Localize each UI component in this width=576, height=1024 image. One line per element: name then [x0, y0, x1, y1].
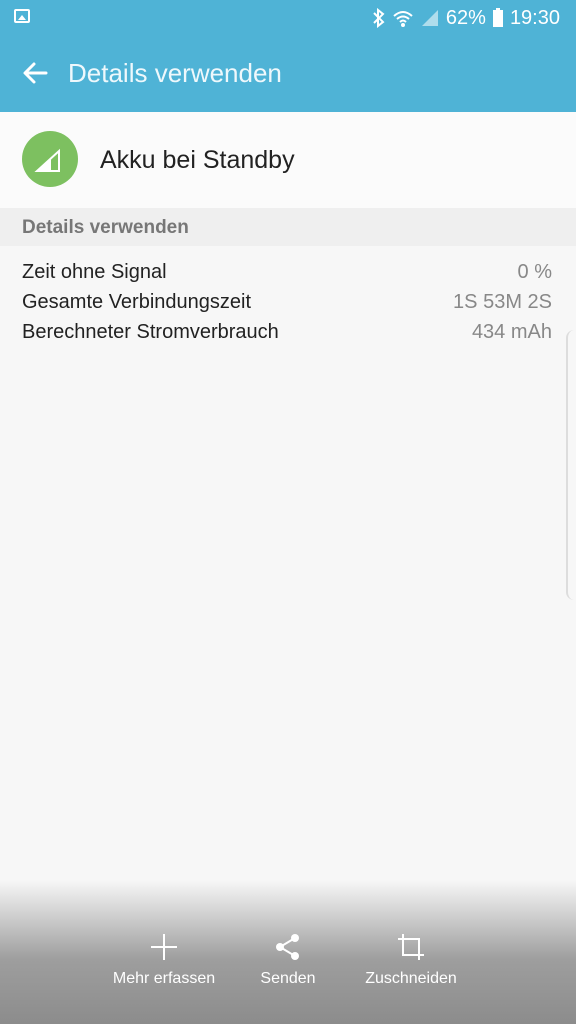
wifi-icon [393, 11, 413, 27]
battery-percent: 62% [445, 6, 486, 29]
signal-icon [421, 10, 438, 26]
detail-row: Berechneter Stromverbrauch 434 mAh [0, 318, 576, 348]
section-header: Details verwenden [0, 208, 576, 246]
crop-button[interactable]: Zuschneiden [346, 930, 476, 988]
detail-value: 0 % [517, 261, 552, 283]
capture-more-button[interactable]: Mehr erfassen [99, 930, 229, 988]
app-bar: Details verwenden [0, 36, 576, 112]
detail-label: Zeit ohne Signal [22, 261, 167, 283]
battery-icon [492, 8, 503, 27]
send-label: Senden [260, 970, 316, 987]
status-bar: 62% 19:30 [0, 0, 576, 36]
status-icons: 62% 19:30 [372, 6, 560, 30]
detail-value: 1S 53M 2S [453, 291, 552, 313]
plus-icon [151, 934, 177, 960]
signal-icon [22, 131, 78, 187]
section-title: Details verwenden [22, 217, 189, 238]
detail-label: Gesamte Verbindungszeit [22, 291, 252, 313]
page-title: Details verwenden [68, 58, 282, 88]
detail-label: Berechneter Stromverbrauch [22, 321, 279, 343]
crop-label: Zuschneiden [365, 970, 457, 987]
detail-value: 434 mAh [471, 321, 552, 343]
detail-row: Gesamte Verbindungszeit 1S 53M 2S [0, 288, 576, 318]
edge-panel-handle[interactable] [566, 330, 576, 600]
item-title: Akku bei Standby [100, 146, 295, 174]
arrow-left-icon[interactable] [20, 58, 50, 88]
share-icon [276, 934, 299, 960]
battery-item-header: Akku bei Standby [0, 112, 576, 208]
detail-row: Zeit ohne Signal 0 % [0, 258, 576, 288]
gallery-icon [14, 9, 30, 23]
screenshot-toolbar: Mehr erfassen Senden Zuschneiden [0, 880, 576, 1024]
send-button[interactable]: Senden [223, 930, 353, 988]
crop-icon [398, 934, 424, 960]
details-list: Zeit ohne Signal 0 % Gesamte Verbindungs… [0, 258, 576, 348]
bluetooth-icon [373, 8, 385, 28]
capture-more-label: Mehr erfassen [112, 970, 216, 987]
clock: 19:30 [509, 6, 560, 29]
